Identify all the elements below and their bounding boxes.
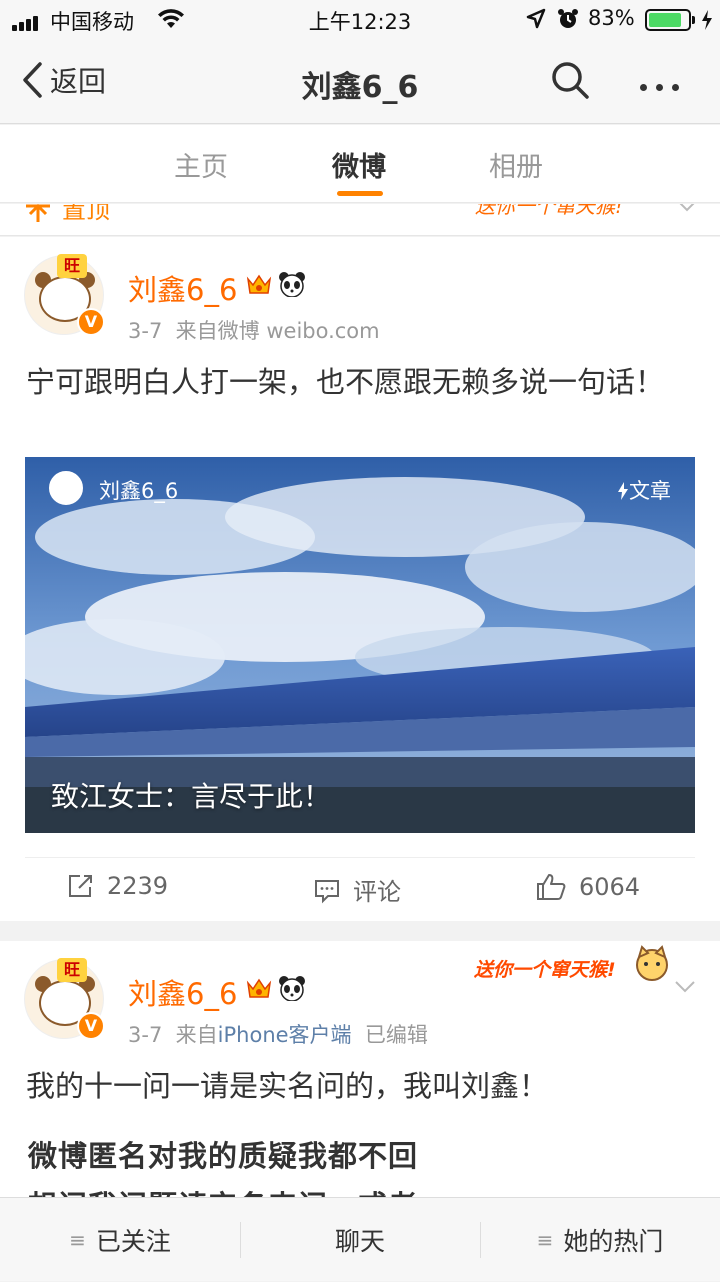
- repost-count: 2239: [107, 872, 169, 900]
- avatar-decoration: 旺: [57, 958, 87, 982]
- avatar-decoration: 旺: [57, 254, 87, 278]
- post-image-text-line: 想问我问题请实名来问，或者: [28, 1183, 418, 1197]
- nav-bar: 返回 刘鑫6_6: [0, 40, 720, 124]
- status-bar: 中国移动 上午12:23 83%: [0, 0, 720, 40]
- comment-icon: [315, 879, 339, 903]
- article-card[interactable]: 刘鑫6_6 文章 致江女士：言尽于此！: [25, 457, 695, 833]
- like-count: 6064: [579, 873, 641, 901]
- tab-weibo[interactable]: 微博: [332, 145, 386, 184]
- location-icon: [526, 8, 546, 34]
- search-icon[interactable]: [550, 60, 590, 104]
- post-meta: 3-7 来自微博 weibo.com: [128, 315, 380, 345]
- charging-icon: [700, 9, 714, 35]
- post-text: 我的十一问一请是实名问的，我叫刘鑫！: [26, 1069, 549, 1103]
- post-text: 宁可跟明白人打一架，也不愿跟无赖多说一句话！: [26, 365, 665, 399]
- post-image-text-line: 微博匿名对我的质疑我都不回: [28, 1139, 419, 1173]
- more-icon[interactable]: [640, 76, 688, 95]
- edited-label: 已编辑: [364, 1023, 428, 1047]
- menu-lines-icon: ≡: [69, 1228, 86, 1252]
- article-type-label: 文章: [617, 475, 671, 505]
- battery-icon: [645, 9, 691, 31]
- following-button[interactable]: ≡ 已关注: [0, 1198, 240, 1282]
- pin-icon: [24, 204, 52, 228]
- chevron-down-icon[interactable]: [676, 204, 698, 217]
- panda-icon: [279, 976, 305, 1001]
- menu-lines-icon: ≡: [536, 1228, 554, 1252]
- avatar[interactable]: 旺 V: [24, 958, 105, 1040]
- comment-label: 评论: [353, 878, 401, 906]
- decoration-text: 送你一个窜天猴!: [475, 204, 624, 218]
- post-username[interactable]: 刘鑫6_6: [128, 971, 237, 1013]
- member-crown-icon: [246, 274, 272, 294]
- post-date: 3-7: [128, 319, 163, 343]
- post-card[interactable]: 旺 V 刘鑫6_6 3-7 来自微博 weibo.com 宁可跟明白人打一架，也…: [0, 237, 720, 921]
- verified-badge-icon: V: [77, 308, 105, 336]
- member-crown-icon: [246, 978, 272, 998]
- decoration-text: 送你一个窜天猴!: [474, 959, 616, 981]
- alarm-icon: [556, 7, 580, 35]
- comment-button[interactable]: 评论: [313, 872, 401, 907]
- post-card[interactable]: 旺 V 刘鑫6_6 送你一个窜天猴! 3-7 来自iPhone客户端 已编辑 我…: [0, 941, 720, 1197]
- article-title: 致江女士：言尽于此！: [51, 780, 332, 813]
- her-hot-button[interactable]: ≡ 她的热门: [480, 1198, 720, 1282]
- post-username[interactable]: 刘鑫6_6: [128, 267, 237, 309]
- article-author: 刘鑫6_6: [99, 479, 179, 503]
- tab-album[interactable]: 相册: [489, 145, 543, 184]
- battery-tip: [692, 16, 695, 24]
- active-tab-indicator: [337, 191, 383, 196]
- battery-percent: 83%: [588, 6, 635, 30]
- profile-tabs: 主页 微博 相册: [0, 125, 720, 203]
- post-source-prefix: 来自: [175, 1023, 218, 1047]
- post-date: 3-7: [128, 1023, 163, 1047]
- post-actions: 2239 评论 6064: [25, 857, 695, 921]
- page-title: 刘鑫6_6: [301, 70, 419, 105]
- repost-icon: [69, 875, 92, 897]
- pinned-post-partial: 置顶 送你一个窜天猴!: [0, 204, 720, 236]
- post-meta: 3-7 来自iPhone客户端 已编辑: [128, 1019, 428, 1049]
- cat-sticker-icon: [636, 945, 668, 981]
- repost-button[interactable]: 2239: [67, 872, 168, 900]
- post-source-link[interactable]: iPhone客户端: [218, 1023, 352, 1047]
- panda-icon: [279, 272, 305, 297]
- avatar[interactable]: 旺 V: [24, 254, 105, 336]
- post-source: 微博 weibo.com: [217, 319, 380, 343]
- like-button[interactable]: 6064: [535, 872, 640, 902]
- verified-badge-icon: V: [77, 1012, 105, 1040]
- chat-button[interactable]: 聊天: [240, 1198, 480, 1282]
- bottom-action-bar: ≡ 已关注 聊天 ≡ 她的热门: [0, 1197, 720, 1281]
- tab-home[interactable]: 主页: [174, 145, 228, 184]
- like-thumb-icon: [537, 874, 566, 900]
- pinned-label: 置顶: [62, 204, 110, 224]
- chevron-down-icon[interactable]: [674, 979, 696, 998]
- post-source-prefix: 来自: [175, 319, 218, 343]
- article-author-avatar: [49, 471, 83, 505]
- lightning-icon: [618, 482, 628, 500]
